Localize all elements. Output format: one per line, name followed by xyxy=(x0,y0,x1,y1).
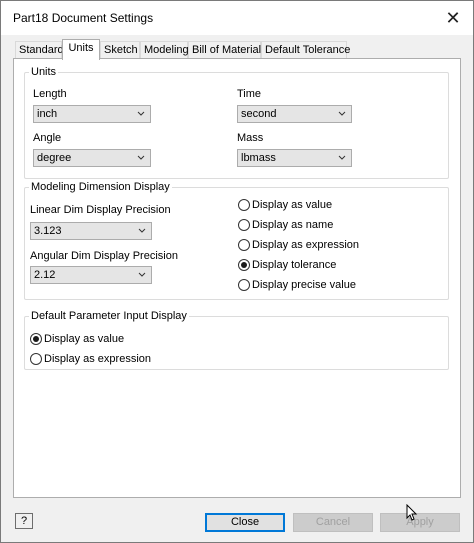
angle-label: Angle xyxy=(33,132,62,144)
angle-select[interactable]: degree xyxy=(33,149,151,167)
radio-button[interactable] xyxy=(238,239,250,251)
tab-bill-of-materials[interactable]: Bill of Materials xyxy=(188,41,267,59)
chevron-down-icon xyxy=(138,228,146,233)
mass-value: lbmass xyxy=(241,152,276,164)
linear-precision-value: 3.123 xyxy=(34,225,62,237)
chevron-down-icon xyxy=(137,111,145,116)
mass-select[interactable]: lbmass xyxy=(237,149,352,167)
close-button[interactable]: Close xyxy=(205,513,285,532)
tab-standard[interactable]: Standard xyxy=(15,41,64,59)
radio-button[interactable] xyxy=(238,279,250,291)
radio-label: Display as expression xyxy=(44,353,151,365)
length-value: inch xyxy=(37,108,58,120)
angular-precision-select[interactable]: 2.12 xyxy=(30,266,152,284)
radio-button[interactable] xyxy=(30,353,42,365)
chevron-down-icon xyxy=(137,155,145,160)
radio-button-selected[interactable] xyxy=(30,333,42,345)
radio-button-selected[interactable] xyxy=(238,259,250,271)
time-value: second xyxy=(241,108,277,120)
chevron-down-icon xyxy=(338,155,346,160)
angular-precision-value: 2.12 xyxy=(34,269,56,281)
units-group: Units Length inch Time second Angle degr… xyxy=(24,65,449,179)
tab-sketch[interactable]: Sketch xyxy=(100,41,140,59)
linear-precision-label: Linear Dim Display Precision xyxy=(30,204,171,216)
radio-label: Display as name xyxy=(252,219,334,231)
angle-value: degree xyxy=(37,152,72,164)
radio-button[interactable] xyxy=(238,199,250,211)
units-tab-panel: Units Length inch Time second Angle degr… xyxy=(13,58,461,498)
default-parameter-input-display-group: Default Parameter Input Display Display … xyxy=(24,309,449,370)
apply-button[interactable]: Apply xyxy=(380,513,460,532)
chevron-down-icon xyxy=(138,272,146,277)
length-label: Length xyxy=(33,88,67,100)
chevron-down-icon xyxy=(338,111,346,116)
radio-label: Display as value xyxy=(252,199,333,211)
length-select[interactable]: inch xyxy=(33,105,151,123)
radio-label: Display tolerance xyxy=(252,259,337,271)
radio-label: Display as expression xyxy=(252,239,359,251)
radio-label: Display as value xyxy=(44,333,125,345)
angular-precision-label: Angular Dim Display Precision xyxy=(30,250,178,262)
modeling-dimension-display-group: Modeling Dimension Display Linear Dim Di… xyxy=(24,180,449,300)
units-group-title: Units xyxy=(29,65,59,79)
help-button[interactable]: ? xyxy=(15,513,33,529)
param-group-title: Default Parameter Input Display xyxy=(29,309,189,323)
title-bar: Part18 Document Settings ✕ xyxy=(1,1,473,35)
tab-default-tolerance[interactable]: Default Tolerance xyxy=(261,41,350,59)
document-settings-dialog: Part18 Document Settings ✕ Standard Unit… xyxy=(0,0,474,543)
close-icon[interactable]: ✕ xyxy=(441,6,465,30)
mass-label: Mass xyxy=(237,132,264,144)
dialog-title: Part18 Document Settings xyxy=(13,11,154,25)
tab-units[interactable]: Units xyxy=(62,39,100,60)
linear-precision-select[interactable]: 3.123 xyxy=(30,222,152,240)
cancel-button[interactable]: Cancel xyxy=(293,513,373,532)
time-label: Time xyxy=(237,88,262,100)
tab-modeling[interactable]: Modeling xyxy=(140,41,189,59)
time-select[interactable]: second xyxy=(237,105,352,123)
modeling-group-title: Modeling Dimension Display xyxy=(29,180,172,194)
radio-button[interactable] xyxy=(238,219,250,231)
help-icon: ? xyxy=(20,515,28,527)
mouse-pointer-icon xyxy=(406,504,418,521)
radio-label: Display precise value xyxy=(252,279,356,291)
